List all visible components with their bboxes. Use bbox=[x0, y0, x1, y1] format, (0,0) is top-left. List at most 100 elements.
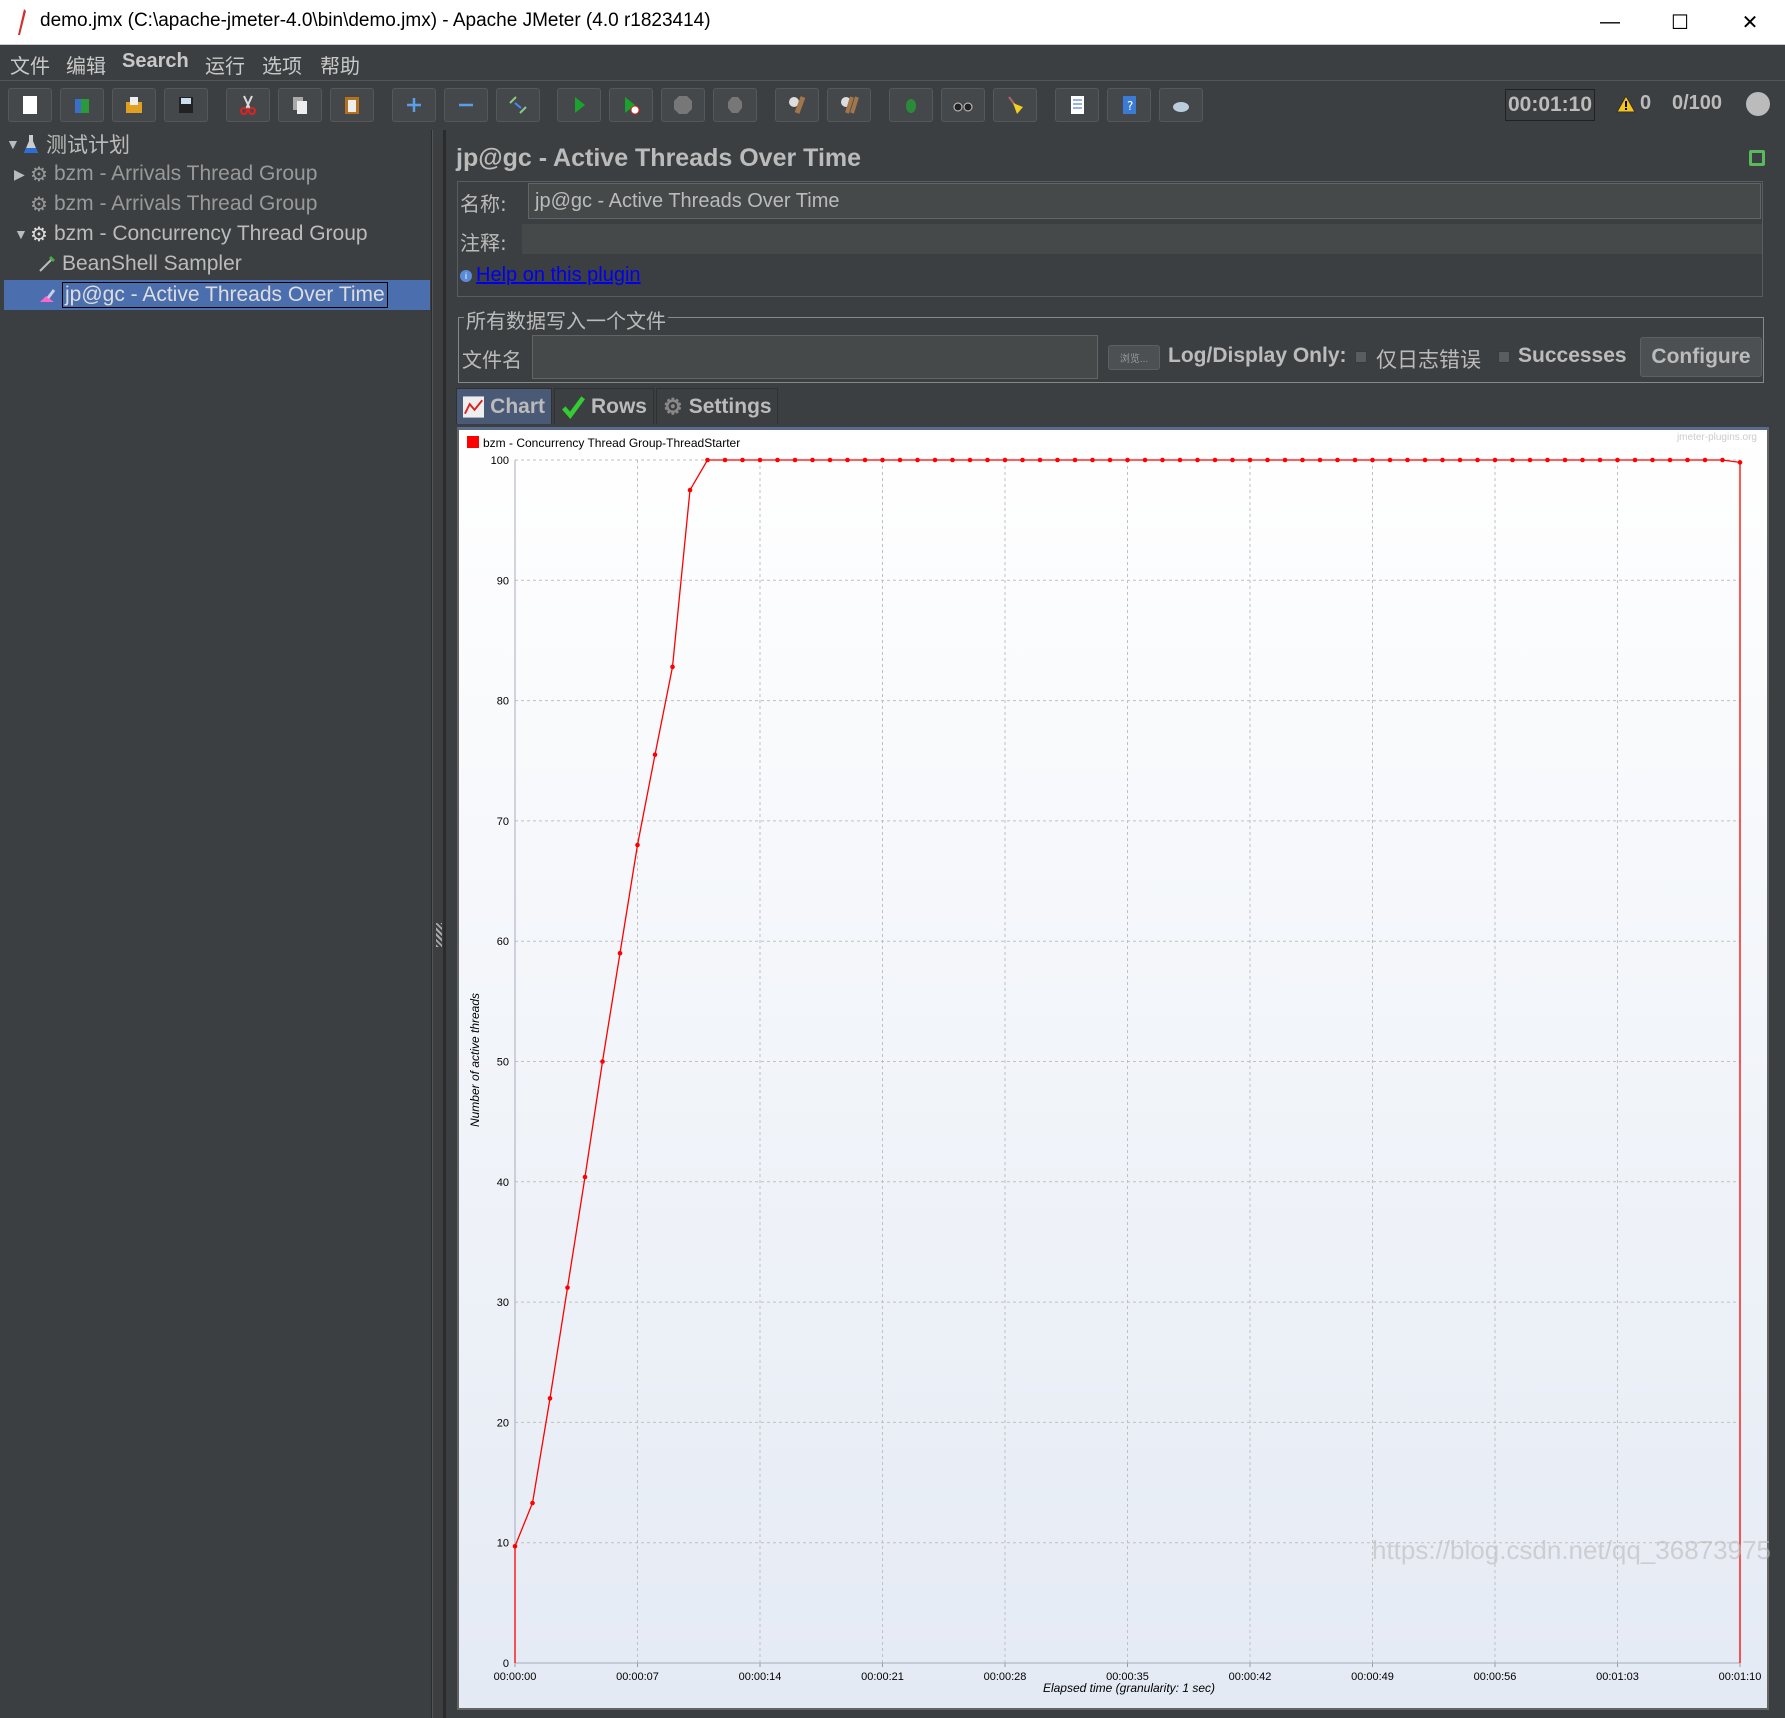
clear-all-button[interactable] bbox=[827, 88, 871, 122]
collapsed-arrow-icon[interactable]: ▶ bbox=[14, 166, 28, 183]
menu-run[interactable]: 运行 bbox=[205, 50, 245, 79]
collapse-all-button[interactable] bbox=[444, 88, 488, 122]
tree-item-concurrency-thread-group[interactable]: ▼ ⚙ bzm - Concurrency Thread Group bbox=[14, 220, 368, 248]
toggle-button[interactable] bbox=[496, 88, 540, 122]
y-tick-label: 80 bbox=[497, 696, 509, 708]
remote-button[interactable] bbox=[1159, 88, 1203, 122]
graph-listener-icon bbox=[36, 284, 58, 306]
clear-button[interactable] bbox=[775, 88, 819, 122]
save-button[interactable] bbox=[164, 88, 208, 122]
cut-button[interactable] bbox=[226, 88, 270, 122]
data-point bbox=[1510, 457, 1515, 463]
data-point bbox=[1457, 457, 1463, 463]
paste-button[interactable] bbox=[330, 88, 374, 122]
x-tick-label: 00:00:28 bbox=[984, 1671, 1027, 1683]
data-point bbox=[1090, 457, 1095, 463]
minus-icon bbox=[459, 103, 473, 107]
start-button[interactable] bbox=[557, 88, 601, 122]
tab-rows[interactable]: Rows bbox=[554, 388, 654, 424]
search-button[interactable] bbox=[941, 88, 985, 122]
paste-icon bbox=[345, 97, 359, 114]
save-icon bbox=[179, 97, 193, 113]
warning-count[interactable]: 0 bbox=[1616, 92, 1651, 115]
comment-input[interactable] bbox=[522, 224, 1762, 254]
splitter-grip-icon[interactable] bbox=[436, 923, 442, 947]
new-button[interactable] bbox=[8, 88, 52, 122]
window-titlebar: demo.jmx (C:\apache-jmeter-4.0\bin\demo.… bbox=[0, 0, 1785, 45]
successes-checkbox[interactable] bbox=[1498, 351, 1510, 363]
tree-item-arrivals-thread-group-2[interactable]: ⚙ bzm - Arrivals Thread Group bbox=[28, 190, 317, 218]
menu-file[interactable]: 文件 bbox=[10, 50, 50, 79]
minimize-button[interactable]: — bbox=[1575, 0, 1645, 45]
expanded-arrow-icon[interactable]: ▼ bbox=[6, 136, 20, 152]
y-tick-label: 70 bbox=[497, 816, 509, 828]
legend-swatch bbox=[467, 436, 479, 448]
expanded-arrow-icon[interactable]: ▼ bbox=[14, 226, 28, 242]
data-point bbox=[932, 457, 938, 463]
data-point bbox=[1545, 457, 1550, 463]
menu-bar: 文件 编辑 Search 运行 选项 帮助 bbox=[0, 45, 1785, 81]
browse-button[interactable]: 浏览... bbox=[1108, 345, 1160, 370]
legend-label: bzm - Concurrency Thread Group-ThreadSta… bbox=[483, 436, 740, 450]
name-input[interactable]: jp@gc - Active Threads Over Time bbox=[528, 183, 1761, 219]
data-point bbox=[687, 487, 693, 493]
data-point bbox=[1720, 457, 1725, 463]
flask-icon bbox=[20, 133, 42, 155]
copy-icon bbox=[293, 97, 307, 114]
tree-item-arrivals-thread-group-1[interactable]: ▶ ⚙ bzm - Arrivals Thread Group bbox=[14, 160, 317, 188]
new-icon bbox=[23, 96, 37, 114]
data-point bbox=[1212, 457, 1218, 463]
errors-only-checkbox[interactable] bbox=[1355, 351, 1367, 363]
data-point bbox=[1475, 457, 1480, 463]
checkmark-icon bbox=[562, 395, 585, 419]
filename-input[interactable] bbox=[532, 335, 1098, 379]
data-point bbox=[1282, 457, 1288, 463]
menu-help[interactable]: 帮助 bbox=[320, 50, 360, 79]
help-link[interactable]: Help on this plugin bbox=[476, 264, 641, 287]
split-pane-divider[interactable] bbox=[432, 130, 446, 1718]
configure-button[interactable]: Configure bbox=[1640, 337, 1762, 377]
menu-edit[interactable]: 编辑 bbox=[66, 50, 106, 79]
data-point bbox=[1597, 457, 1603, 463]
maximize-button[interactable]: ☐ bbox=[1645, 0, 1715, 45]
shutdown-button[interactable] bbox=[713, 88, 757, 122]
svg-text:?: ? bbox=[1127, 99, 1133, 113]
tree-item-label: jp@gc - Active Threads Over Time bbox=[62, 282, 388, 308]
templates-button[interactable] bbox=[60, 88, 104, 122]
open-button[interactable] bbox=[112, 88, 156, 122]
data-point bbox=[1422, 457, 1428, 463]
data-point bbox=[757, 457, 763, 463]
data-point bbox=[1230, 457, 1235, 463]
tree-item-label: 测试计划 bbox=[46, 134, 130, 157]
y-tick-label: 90 bbox=[497, 575, 509, 587]
data-point bbox=[1667, 457, 1673, 463]
help-button[interactable]: ? bbox=[1107, 88, 1151, 122]
close-button[interactable]: ✕ bbox=[1715, 0, 1785, 45]
chart-watermark: jmeter-plugins.org bbox=[1676, 432, 1757, 443]
tree-item-active-threads-over-time[interactable]: jp@gc - Active Threads Over Time bbox=[36, 281, 388, 309]
reset-search-button[interactable] bbox=[993, 88, 1037, 122]
menu-search[interactable]: Search bbox=[122, 50, 189, 73]
y-tick-label: 50 bbox=[497, 1057, 509, 1069]
maximize-panel-icon[interactable] bbox=[1749, 150, 1765, 166]
data-point bbox=[705, 457, 710, 463]
elapsed-timer: 00:01:10 bbox=[1505, 89, 1595, 121]
data-point bbox=[670, 664, 675, 670]
tree-item-label: bzm - Arrivals Thread Group bbox=[54, 192, 318, 215]
tab-settings[interactable]: ⚙ Settings bbox=[656, 388, 778, 424]
stop-icon bbox=[674, 96, 692, 114]
tree-item-test-plan[interactable]: ▼ 测试计划 bbox=[6, 130, 130, 158]
tree-item-beanshell-sampler[interactable]: BeanShell Sampler bbox=[36, 250, 242, 278]
remote-status-icon bbox=[1746, 92, 1770, 116]
tab-chart[interactable]: Chart bbox=[456, 388, 552, 424]
start-no-pauses-button[interactable] bbox=[609, 88, 653, 122]
menu-options[interactable]: 选项 bbox=[262, 50, 302, 79]
log-viewer-button[interactable] bbox=[1055, 88, 1099, 122]
expand-all-button[interactable] bbox=[392, 88, 436, 122]
function-helper-button[interactable] bbox=[889, 88, 933, 122]
stop-button[interactable] bbox=[661, 88, 705, 122]
data-point bbox=[600, 1059, 605, 1064]
play-icon bbox=[575, 97, 585, 113]
copy-button[interactable] bbox=[278, 88, 322, 122]
x-tick-label: 00:00:56 bbox=[1474, 1671, 1517, 1683]
